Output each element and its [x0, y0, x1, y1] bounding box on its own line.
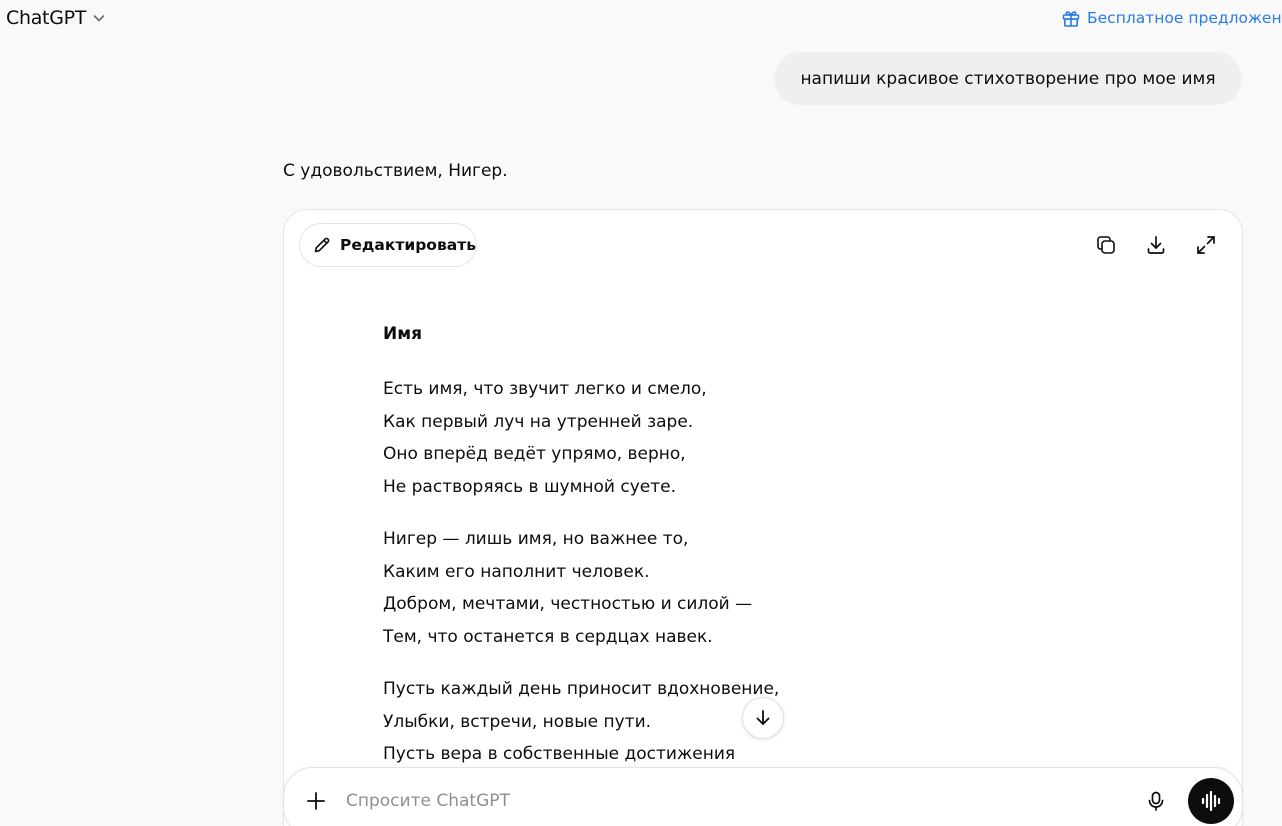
poem-title: Имя: [383, 324, 423, 344]
download-icon[interactable]: [1143, 232, 1169, 258]
gift-icon: [1061, 8, 1081, 28]
model-name: ChatGPT: [6, 7, 87, 29]
edit-label: Редактировать: [340, 236, 477, 254]
expand-icon[interactable]: [1193, 232, 1219, 258]
poem-line: Нигер — лишь имя, но важнее то,: [383, 529, 689, 549]
assistant-message: С удовольствием, Нигер.: [283, 161, 508, 181]
copy-icon[interactable]: [1093, 232, 1119, 258]
prompt-input[interactable]: [346, 784, 1106, 818]
poem-line: Добром, мечтами, честностью и силой —: [383, 594, 753, 614]
microphone-icon: [1145, 790, 1167, 812]
poem-line: Пусть каждый день приносит вдохновение,: [383, 679, 780, 699]
prompt-composer: [283, 767, 1243, 826]
pencil-icon: [312, 235, 332, 255]
chevron-down-icon: [92, 11, 106, 25]
poem-line: Улыбки, встречи, новые пути.: [383, 711, 652, 732]
poem-line: Оно вперёд ведёт упрямо, верно,: [383, 444, 686, 464]
plus-icon: [305, 790, 327, 812]
voice-mode-button[interactable]: [1188, 778, 1234, 824]
model-switcher[interactable]: ChatGPT: [6, 5, 106, 31]
attach-button[interactable]: [301, 786, 331, 816]
poem-line: Есть имя, что звучит легко и смело,: [383, 379, 707, 399]
user-message: напиши красивое стихотворение про мое им…: [774, 52, 1242, 105]
offer-label: Бесплатное предложение: [1087, 9, 1282, 27]
poem-line: Тем, что останется в сердцах навек.: [383, 626, 713, 647]
poem-stanza: Есть имя, что звучит легко и смело, Как …: [383, 373, 707, 503]
arrow-down-icon: [753, 708, 773, 728]
dictate-button[interactable]: [1142, 787, 1170, 815]
poem-line: Пусть вера в собственные достижения: [383, 744, 736, 764]
poem-line: Каким его наполнит человек.: [383, 561, 650, 582]
poem-line: Как первый луч на утренней заре.: [383, 411, 694, 432]
poem-line: Не растворяясь в шумной суете.: [383, 476, 677, 497]
voice-waveform-icon: [1199, 789, 1223, 813]
free-offer-link[interactable]: Бесплатное предложение: [1061, 6, 1282, 30]
chat-page: ChatGPT Бесплатное предложение напиши кр…: [0, 0, 1282, 826]
scroll-down-button[interactable]: [742, 697, 784, 739]
edit-button[interactable]: Редактировать: [299, 223, 477, 267]
poem-stanza: Пусть каждый день приносит вдохновение, …: [383, 673, 779, 771]
poem-stanza: Нигер — лишь имя, но важнее то, Каким ег…: [383, 523, 752, 653]
